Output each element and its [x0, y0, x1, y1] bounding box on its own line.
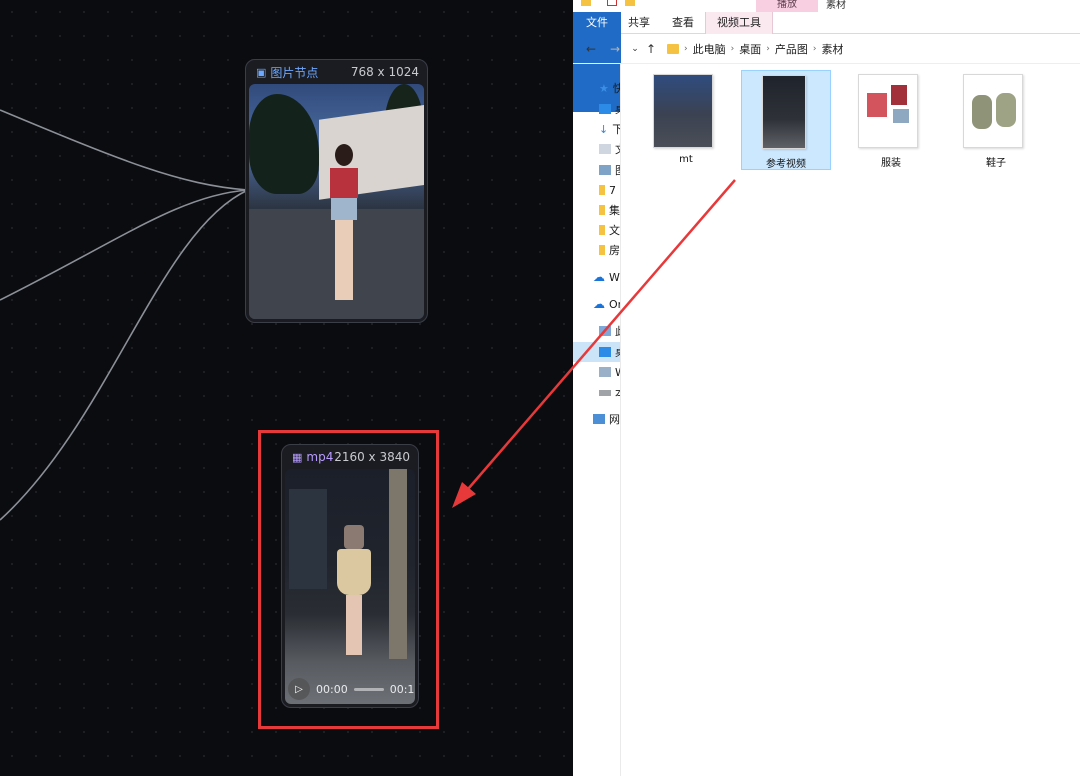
file-item-clothing[interactable]: 服装 [846, 70, 936, 170]
folder-icon[interactable] [581, 0, 591, 6]
network-icon [593, 414, 605, 424]
desktop-icon [599, 104, 611, 114]
file-item-shoes[interactable]: 鞋子 [951, 70, 1041, 170]
back-arrow-icon[interactable]: ← [583, 42, 599, 56]
drive-icon [599, 390, 611, 396]
sidebar-label: W [615, 366, 620, 379]
tab-share[interactable]: 共享 [617, 12, 661, 34]
sidebar-label: 网 [609, 413, 620, 426]
image-node-title: 图片节点 [270, 65, 319, 80]
sidebar-item[interactable]: 7 [573, 180, 620, 200]
checkbox-icon[interactable] [607, 0, 617, 6]
sidebar-item[interactable]: 桌 [573, 342, 620, 362]
sidebar-label: 此 [615, 323, 620, 339]
sidebar-label: 下 [612, 121, 620, 137]
breadcrumb-item[interactable]: 此电脑 [693, 41, 726, 57]
sidebar-label: 文 [615, 141, 620, 157]
window-title: 素材 [826, 0, 846, 11]
cloud-icon: ☁ [593, 270, 605, 284]
breadcrumb[interactable]: › 此电脑 › 桌面 › 产品图 › 素材 [667, 41, 843, 57]
file-item-reference-video[interactable]: 参考视频 [741, 70, 831, 170]
sidebar-item[interactable]: ★快 [573, 78, 620, 98]
sidebar-item[interactable]: ↓下 [573, 119, 620, 139]
folder-icon [599, 245, 605, 255]
cloud-icon: ☁ [593, 297, 605, 311]
breadcrumb-item[interactable]: 产品图 [775, 41, 808, 57]
sidebar-label: 桌 [615, 344, 620, 360]
sidebar-item[interactable]: 图 [573, 160, 620, 180]
sidebar-label: 文 [609, 224, 620, 237]
sidebar-label: 图 [615, 162, 620, 178]
sidebar-item[interactable]: 文 [573, 139, 620, 159]
sidebar-item[interactable]: 此 [573, 321, 620, 341]
file-item-mt[interactable]: mt [641, 70, 731, 170]
folder-icon[interactable] [625, 0, 635, 6]
chevron-down-icon[interactable]: ⌄ [627, 44, 643, 54]
file-thumbnail [762, 75, 806, 149]
file-name: 参考视频 [766, 159, 806, 170]
file-name: 服装 [881, 158, 901, 169]
up-arrow-icon[interactable]: ↑ [643, 42, 659, 56]
breadcrumb-item[interactable]: 素材 [821, 41, 843, 57]
sidebar-item[interactable]: ☁ W [573, 267, 620, 287]
image-preview [249, 84, 424, 319]
sidebar-item[interactable]: 房 [573, 240, 620, 260]
tab-view[interactable]: 查看 [661, 12, 705, 34]
node-title: ▣ 图片节点 [256, 64, 318, 81]
star-icon: ★ [599, 81, 609, 95]
file-thumbnail [653, 74, 713, 148]
sidebar-item[interactable]: W [573, 362, 620, 382]
file-thumbnail [963, 74, 1023, 148]
folder-icon [667, 43, 679, 54]
chevron-right-icon: › [766, 43, 770, 54]
sidebar-label: Or [609, 297, 621, 311]
sidebar-label: 7 [609, 183, 616, 197]
download-icon: ↓ [599, 122, 609, 136]
highlight-box [258, 430, 439, 729]
ribbon: 文件 主页 共享 查看 视频工具 [573, 12, 1080, 112]
sidebar-item[interactable]: ☁ Or [573, 294, 621, 314]
folder-icon [599, 185, 605, 195]
forward-arrow-icon[interactable]: → [607, 42, 623, 56]
chevron-right-icon: › [730, 43, 735, 54]
breadcrumb-item[interactable]: 桌面 [739, 41, 761, 57]
sidebar-label: 桌 [615, 101, 620, 117]
chevron-right-icon: › [684, 43, 688, 54]
drive-icon [599, 367, 611, 377]
sidebar-label: 房 [609, 244, 620, 257]
file-thumbnail [858, 74, 918, 148]
sidebar-item[interactable]: 集 [573, 200, 620, 220]
context-tab-play[interactable]: 播放 [756, 0, 818, 12]
node-header: ▣ 图片节点 768 x 1024 [246, 60, 427, 84]
folder-icon [599, 225, 605, 235]
sidebar-label: 快 [613, 80, 620, 96]
tab-video-tools[interactable]: 视频工具 [705, 12, 773, 34]
sidebar-label: 集 [609, 204, 620, 217]
sidebar-item[interactable]: 网 [573, 409, 620, 429]
file-name: 鞋子 [986, 158, 1006, 169]
sidebar-item[interactable]: 本 [573, 383, 620, 403]
image-node[interactable]: ▣ 图片节点 768 x 1024 [245, 59, 428, 323]
address-row: ← → ⌄ ↑ › 此电脑 › 桌面 › 产品图 › 素材 [573, 34, 1080, 64]
sidebar-label: W [609, 270, 620, 284]
folder-icon [599, 205, 605, 215]
file-name: mt [679, 154, 693, 165]
workflow-canvas[interactable]: ▣ 图片节点 768 x 1024 ▦ mp4 2160 x 3840 ▷ 00… [0, 0, 573, 776]
sidebar-label: 本 [615, 385, 620, 401]
document-icon [599, 144, 611, 154]
image-node-size: 768 x 1024 [350, 65, 419, 79]
file-explorer: 播放 素材 文件 主页 共享 查看 视频工具 ← → ⌄ ↑ › 此电脑 › 桌… [573, 0, 1080, 776]
picture-icon [599, 165, 611, 175]
sidebar-item[interactable]: 桌 [573, 99, 620, 119]
sidebar-item[interactable]: 文 [573, 220, 620, 240]
chevron-right-icon: › [812, 43, 817, 54]
image-icon: ▣ [256, 65, 267, 79]
navigation-pane: ★快 桌 ↓下 文 图 7 集 文 房 ☁W ☁Or [573, 64, 621, 776]
desktop-icon [599, 347, 611, 357]
computer-icon [599, 326, 611, 336]
